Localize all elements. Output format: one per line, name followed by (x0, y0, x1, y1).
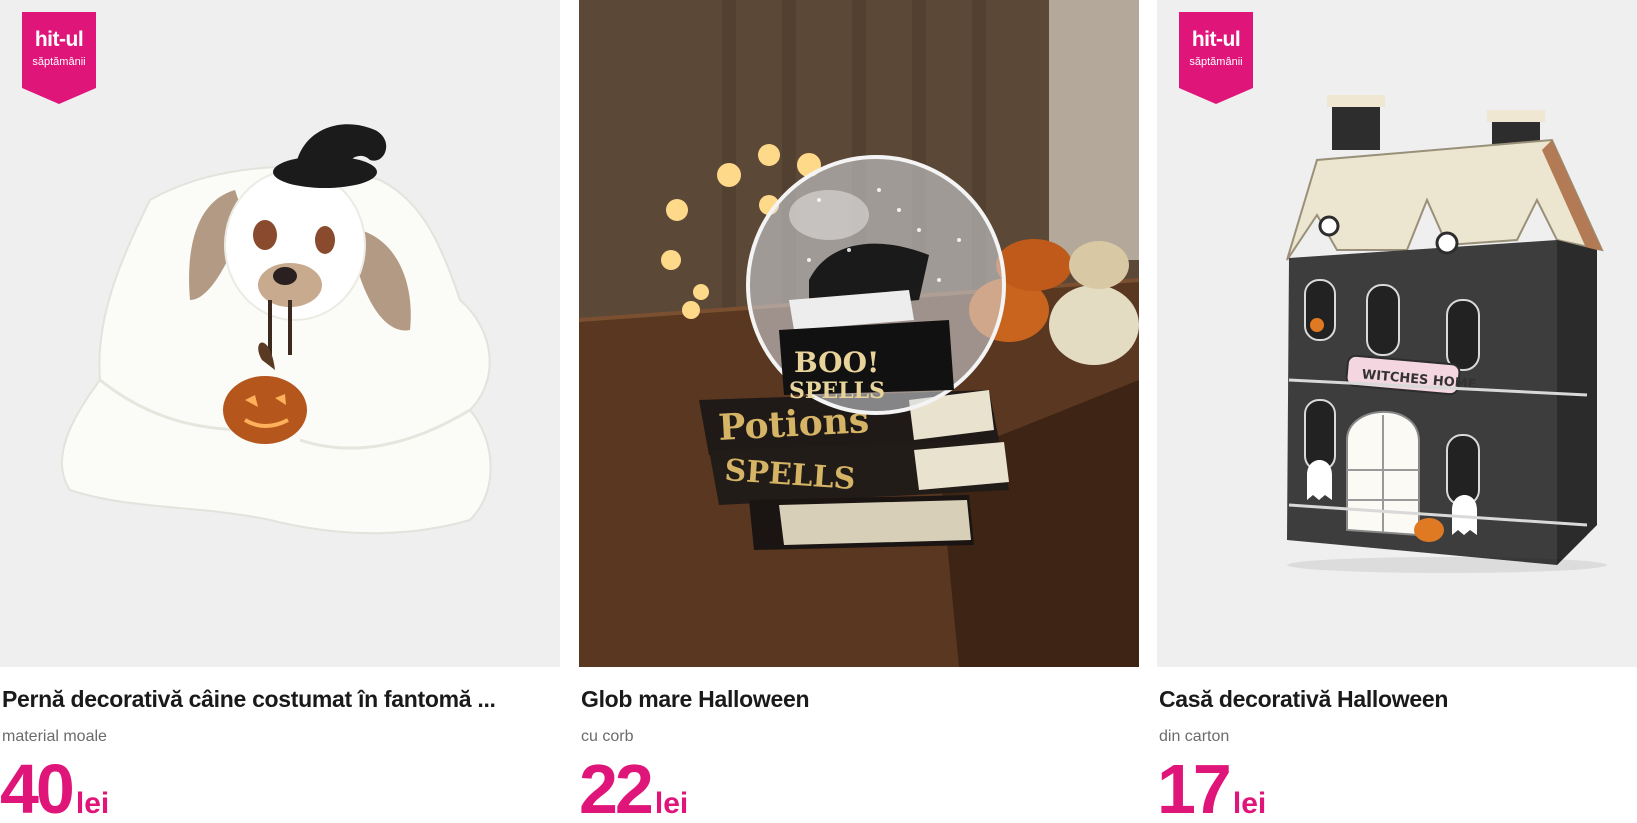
hit-badge: hit-ul săptămânii (1179, 12, 1253, 104)
svg-text:BOO!: BOO! (794, 346, 879, 379)
product-subtitle: din carton (1159, 728, 1230, 745)
product-card[interactable]: hit-ul săptămânii Pernă decorativă câine… (0, 0, 560, 823)
product-price: 17 lei (1157, 754, 1266, 823)
product-subtitle: material moale (2, 728, 107, 745)
snow-globe-books-image: Potions SPELLS BOO! SPELLS (579, 0, 1139, 667)
badge-subtitle: săptămânii (32, 56, 86, 68)
price-currency: lei (1232, 787, 1267, 820)
product-price: 40 lei (0, 754, 109, 823)
product-title[interactable]: Pernă decorativă câine costumat în fanto… (2, 686, 558, 713)
price-value: 40 (0, 750, 75, 823)
product-grid: hit-ul săptămânii Pernă decorativă câine… (0, 0, 1637, 823)
product-card[interactable]: WITCHES HOME hit-ul săptămânii Casă deco… (1157, 0, 1637, 823)
price-value: 22 (579, 750, 654, 823)
product-image[interactable]: hit-ul săptămânii (0, 0, 560, 667)
product-subtitle: cu corb (581, 728, 634, 745)
product-image[interactable]: WITCHES HOME hit-ul săptămânii (1157, 0, 1637, 667)
badge-subtitle: săptămânii (1189, 56, 1243, 68)
price-value: 17 (1157, 750, 1232, 823)
product-card[interactable]: Potions SPELLS BOO! SPELLS Glob mare Hal… (579, 0, 1139, 823)
badge-title: hit-ul (34, 28, 84, 51)
product-price: 22 lei (579, 754, 688, 823)
price-currency: lei (654, 787, 689, 820)
product-image[interactable]: Potions SPELLS BOO! SPELLS (579, 0, 1139, 667)
svg-text:SPELLS: SPELLS (789, 378, 885, 404)
product-title[interactable]: Glob mare Halloween (581, 686, 1137, 713)
badge-title: hit-ul (1191, 28, 1241, 51)
hit-badge: hit-ul săptămânii (22, 12, 96, 104)
product-title[interactable]: Casă decorativă Halloween (1159, 686, 1637, 713)
price-currency: lei (75, 787, 110, 820)
